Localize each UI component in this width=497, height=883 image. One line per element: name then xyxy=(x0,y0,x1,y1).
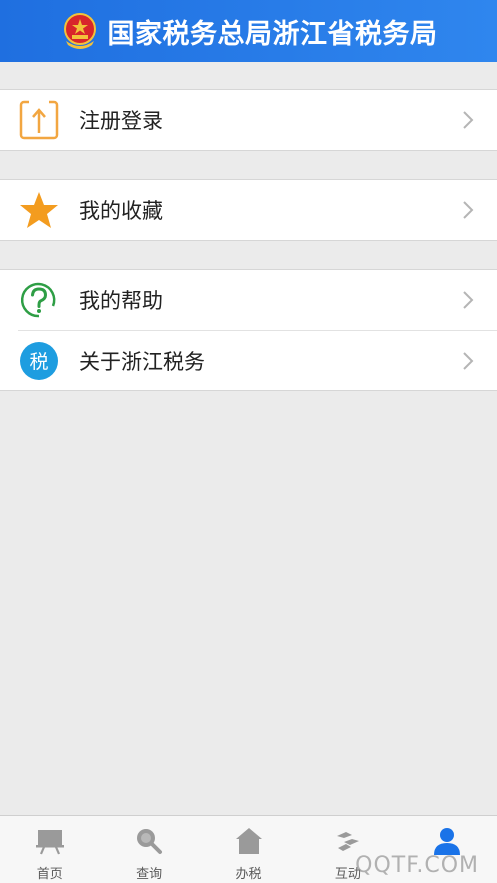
bottom-tab-bar: 首页 查询 办税 互动 xyxy=(0,815,497,883)
login-upload-icon xyxy=(19,100,59,140)
tab-interaction[interactable]: 互动 xyxy=(298,816,397,883)
menu-item-about-zhejiang-tax[interactable]: 税 关于浙江税务 xyxy=(0,330,497,390)
home-icon xyxy=(235,828,262,854)
menu-item-my-help[interactable]: 我的帮助 xyxy=(0,270,497,330)
tab-label: 首页 xyxy=(36,867,63,882)
tax-badge-icon: 税 xyxy=(20,341,58,380)
tab-label: 查询 xyxy=(136,867,163,882)
help-question-icon xyxy=(20,282,56,318)
national-emblem-icon xyxy=(63,13,96,49)
menu-item-my-favorites[interactable]: 我的收藏 xyxy=(0,180,497,240)
tax-badge-text: 税 xyxy=(29,351,49,373)
menu-item-label: 我的帮助 xyxy=(79,289,163,313)
tab-home[interactable]: 首页 xyxy=(0,816,99,883)
tab-label: 互动 xyxy=(334,867,361,882)
tab-query[interactable]: 查询 xyxy=(99,816,198,883)
user-icon xyxy=(434,828,461,855)
menu-item-register-login[interactable]: 注册登录 xyxy=(0,90,497,150)
menu-group-help: 我的帮助 税 关于浙江税务 xyxy=(0,269,497,391)
billboard-icon xyxy=(35,830,64,855)
page-title: 国家税务总局浙江省税务局 xyxy=(107,18,438,50)
menu-item-label: 关于浙江税务 xyxy=(79,349,205,374)
menu-group-favorites: 我的收藏 xyxy=(0,179,497,241)
chevron-right-icon xyxy=(463,111,474,129)
handshake-icon xyxy=(336,832,359,851)
menu-item-label: 注册登录 xyxy=(79,109,163,133)
chevron-right-icon xyxy=(463,201,474,219)
menu-item-label: 我的收藏 xyxy=(79,199,163,223)
chevron-right-icon xyxy=(463,351,474,370)
star-icon xyxy=(20,192,58,228)
app-header: 国家税务总局浙江省税务局 xyxy=(0,0,497,62)
tab-my[interactable] xyxy=(398,816,497,883)
tab-tax-handling[interactable]: 办税 xyxy=(199,816,298,883)
search-icon xyxy=(137,829,163,854)
chevron-right-icon xyxy=(463,291,474,309)
tab-label: 办税 xyxy=(235,867,262,882)
menu-group-account: 注册登录 xyxy=(0,89,497,151)
